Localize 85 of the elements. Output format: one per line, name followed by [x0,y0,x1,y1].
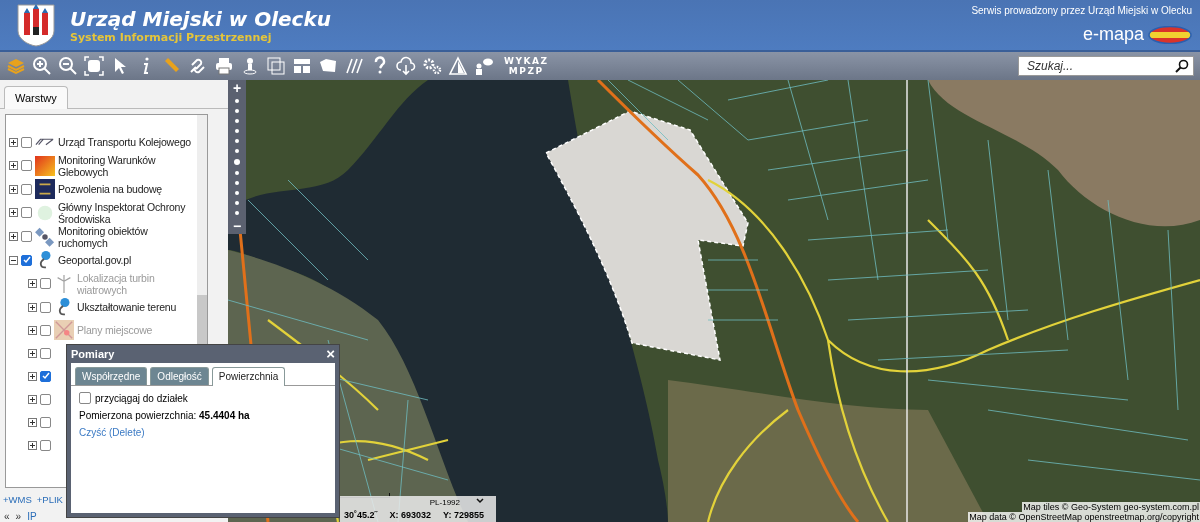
full-extent-icon[interactable] [84,56,104,76]
add-source-link[interactable]: +PLIK [36,494,63,505]
zoom-out-icon[interactable] [58,56,78,76]
measure-tab[interactable]: Współrzędne [75,367,148,385]
layer-name[interactable]: Ukształtowanie terenu [77,301,177,314]
panel-arrow-link[interactable]: » [15,511,22,522]
brand-name: e-mapa [1082,24,1144,45]
checkbox[interactable] [21,254,32,266]
projection-select[interactable]: PL-1992 [429,498,484,507]
zoom-in-button[interactable]: + [228,80,246,96]
checkbox[interactable] [21,136,32,148]
layers-tab[interactable]: Warstwy [4,85,68,109]
windows-icon[interactable] [266,56,286,76]
measured-area-text: Pomierzona powierzchnia: 45.4404 ha [79,410,251,421]
zoom-in-icon[interactable] [32,56,52,76]
map-attribution: Map data © OpenStreetMap openstreetmap.org/copyright [968,512,1200,522]
checkbox[interactable] [21,207,32,219]
checkbox[interactable] [40,347,51,359]
panel-arrow-link[interactable]: « [4,511,10,522]
snap-label[interactable]: przyciągaj do działek [95,392,188,404]
gradient-square-icon [35,155,55,176]
expand-icon[interactable] [28,394,37,404]
close-button[interactable]: × [326,347,335,361]
layer-name[interactable]: Główny Inspektorat Ochrony Środowiska [58,200,197,225]
expand-icon[interactable] [28,302,37,312]
globe-logo-icon [1148,25,1192,44]
coordinate-value: X: 693032 [389,510,432,520]
expand-icon[interactable] [28,325,37,335]
satellite-icon [35,226,55,247]
expand-icon[interactable] [28,279,37,289]
expand-icon[interactable] [28,440,37,450]
measured-area-polygon[interactable] [545,110,749,361]
checkbox[interactable] [79,392,91,404]
expand-icon[interactable] [28,348,37,358]
add-source-link[interactable]: +WMS [3,494,32,505]
expand-icon[interactable] [9,232,18,242]
service-note: Serwis prowadzony przez Urząd Miejski w Olecku [971,5,1192,16]
layer-name[interactable]: Pozwolenia na budowę [58,183,162,196]
gears-icon[interactable] [422,56,442,76]
layer-name[interactable]: Urząd Transportu Kolejowego [58,136,191,149]
print-icon[interactable] [214,56,234,76]
dialog-title: Pomiary [71,348,115,360]
zoom-out-button[interactable]: − [228,218,246,234]
warning-sign-icon[interactable] [448,56,468,76]
checkbox[interactable] [40,370,51,382]
cloud-download-icon[interactable] [396,56,416,76]
checkbox[interactable] [40,393,51,405]
hatch-icon[interactable] [344,56,364,76]
checkbox[interactable] [40,416,51,428]
map-attribution: Map tiles © Geo-System geo-system.com.pl [1022,502,1200,512]
checkbox[interactable] [21,231,32,243]
coordinate-value: 30˚45.2˝ [344,510,378,520]
link-icon[interactable] [188,56,208,76]
expand-icon[interactable] [9,184,18,194]
zoom-slider[interactable]: + − [228,80,246,234]
site-subtitle: System Informacji Przestrzennej [70,30,273,44]
coat-of-arms-logo [16,3,56,47]
search-field[interactable]: Szukaj... [1018,56,1194,76]
site-title: Urząd Miejski w Olecku [70,6,331,31]
zoom-thumb[interactable] [234,159,240,165]
expand-icon[interactable] [28,417,37,427]
plan-thumbnail-icon [54,320,74,341]
measure-tab[interactable]: Powierzchnia [211,367,286,386]
checkbox[interactable] [40,439,51,451]
checkbox[interactable] [21,160,32,172]
checkbox[interactable] [21,183,32,195]
wykaz-mpzp-button[interactable]: WYKAZ MPZP [500,56,553,76]
coordinate-value: Y: 729855 [443,510,484,520]
layer-name[interactable]: Monitoring Warunków Glebowych [58,153,197,178]
expand-icon[interactable] [9,208,18,218]
layout-icon[interactable] [292,56,312,76]
ip-link[interactable]: IP [27,511,37,522]
building-permit-logo-icon [35,179,55,200]
checkbox[interactable] [40,301,51,313]
layer-name[interactable]: Geoportal.gov.pl [58,254,132,267]
caret-icon[interactable] [476,498,484,504]
expand-icon[interactable] [9,137,18,147]
chat-person-icon[interactable] [474,56,494,76]
layer-name[interactable]: Monitoring obiektów ruchomych [58,224,197,249]
measure-tab[interactable]: Odległość [150,367,209,385]
search-icon[interactable] [1175,59,1189,73]
collapse-icon[interactable] [9,255,18,265]
expand-icon[interactable] [9,161,18,171]
clear-link[interactable]: Czyść (Delete) [79,427,327,438]
expand-icon[interactable] [28,371,37,381]
